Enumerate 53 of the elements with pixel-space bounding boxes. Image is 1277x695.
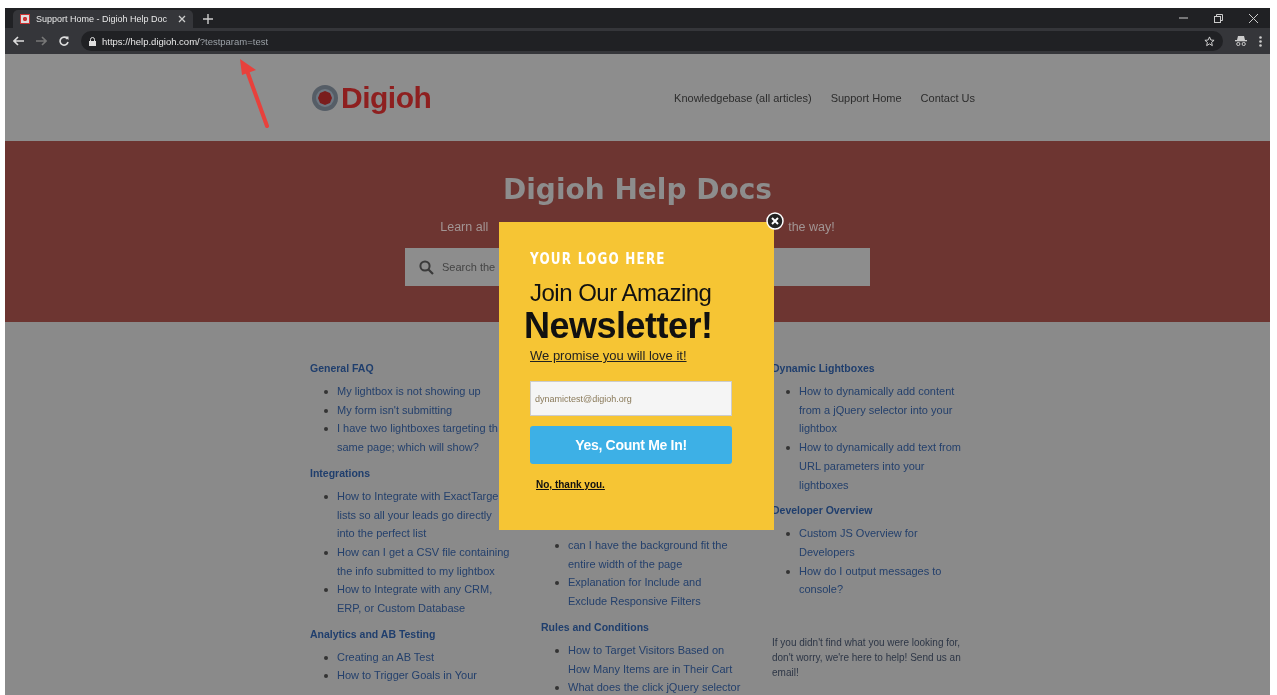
back-icon[interactable] (13, 36, 24, 46)
popup-title: Newsletter! (524, 306, 713, 346)
section-heading: Analytics and AB Testing (310, 627, 437, 640)
article-link[interactable]: How to dynamically add content from a jQuery selector into your lightbox (799, 382, 974, 439)
article-link[interactable]: My form isn't submitting (337, 400, 453, 420)
nav-link[interactable]: Contact Us (920, 91, 975, 104)
section-heading: Integrations (310, 466, 372, 479)
menu-icon[interactable] (1259, 35, 1262, 47)
lock-icon (89, 36, 96, 46)
bookmark-star-icon[interactable] (1204, 35, 1215, 47)
article-link[interactable]: How to Target Visitors Based on How Many Items are in Their Cart (568, 640, 743, 679)
promise-link[interactable]: We promise you will love it! (530, 348, 687, 363)
article-link[interactable]: How to Trigger Goals in Your (337, 666, 478, 686)
submit-button[interactable]: Yes, Count Me In! (530, 426, 732, 464)
search-icon (419, 259, 434, 275)
new-tab-icon[interactable] (203, 14, 213, 24)
logo-icon (311, 83, 339, 112)
close-tab-icon[interactable] (178, 15, 186, 23)
incognito-icon[interactable] (1235, 36, 1247, 46)
close-window-icon[interactable] (1249, 13, 1258, 23)
article-link[interactable]: Explanation for Include and Exclude Responsive Filters (568, 573, 743, 611)
article-link[interactable]: My lightbox is not showing up (337, 382, 481, 401)
logo-wordmark[interactable]: Digioh (341, 80, 432, 115)
popup-title: Join Our Amazing (530, 280, 712, 306)
url-host: https://help.digioh.com/ (102, 35, 200, 47)
help-note: If you didn't find what you were looking for, don't worry, we're here to help! Send us an email! (772, 636, 962, 681)
tagline-text: the way! (788, 220, 835, 234)
article-link[interactable]: Custom JS Overview for Developers (799, 524, 974, 562)
address-bar[interactable]: https://help.digioh.com/?testparam=test (81, 31, 1223, 51)
forward-icon[interactable] (36, 36, 47, 46)
url-query: ?testparam=test (199, 35, 269, 47)
favicon-icon (20, 14, 30, 24)
article-link[interactable]: Creating an AB Test (337, 647, 435, 667)
hero-title: Digioh Help Docs (503, 173, 772, 206)
logo-placeholder-text: YOUR LOGO HERE (530, 250, 666, 268)
article-link[interactable]: can I have the background fit the entire width of the page (568, 536, 743, 574)
section-heading: Developer Overview (772, 504, 874, 517)
article-link[interactable]: How do I output messages to console? (799, 561, 974, 600)
restore-icon[interactable] (1214, 13, 1223, 23)
decline-link[interactable]: No, thank you. (536, 479, 605, 490)
article-link[interactable]: How can I get a CSV file containing the info submitted to my lightbox (337, 542, 512, 581)
section-heading: Rules and Conditions (541, 620, 650, 633)
browser-tab[interactable]: Support Home - Digioh Help Doc (13, 10, 193, 28)
close-icon[interactable] (766, 212, 784, 230)
article-link[interactable]: What does the click jQuery selector (568, 678, 741, 695)
section-heading: General FAQ (310, 362, 375, 374)
article-link[interactable]: How to Integrate with any CRM, ERP, or Custom Database (337, 580, 512, 618)
reload-icon[interactable] (59, 36, 69, 46)
nav-link[interactable]: Support Home (830, 91, 902, 104)
email-field[interactable]: dynamictest@digioh.org (530, 381, 732, 416)
nav-link[interactable]: Knowledgebase (all articles) (674, 91, 812, 104)
tagline-text: Learn all (440, 220, 489, 234)
article-link[interactable]: How to dynamically add text from URL parameters into your lightboxes (799, 438, 974, 495)
